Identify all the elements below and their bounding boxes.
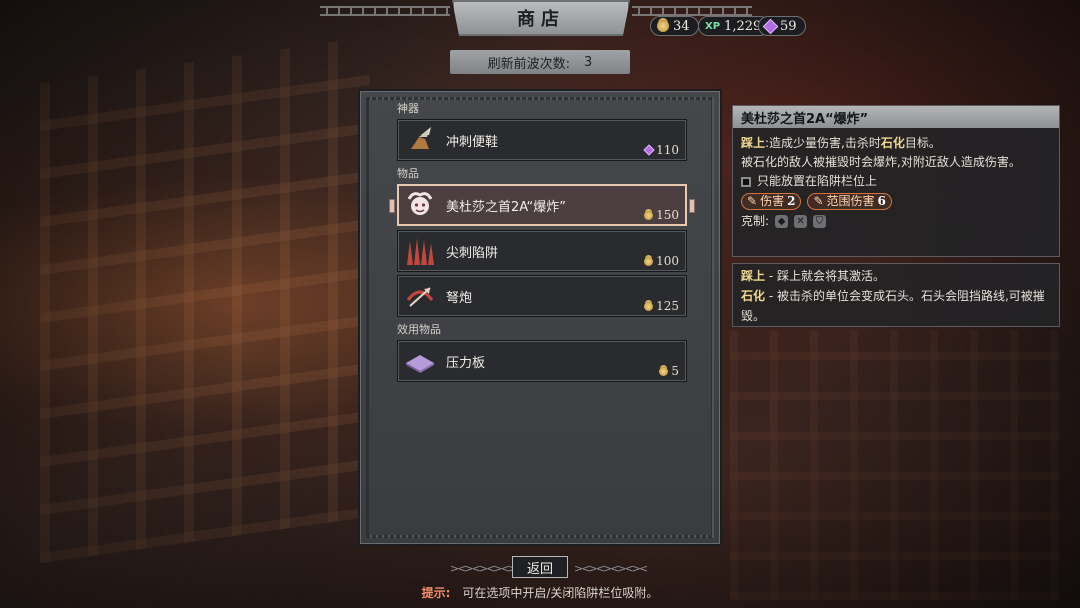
shop-item-ballista[interactable]: 弩炮 125 [397, 275, 687, 317]
gold-coin-icon [657, 20, 669, 32]
ballista-icon [402, 278, 438, 314]
shop-item-dash-sandals[interactable]: 冲刺便鞋 110 [397, 119, 687, 161]
gem-icon [762, 18, 779, 34]
gold-coin-icon [644, 301, 654, 311]
selection-marker-left [389, 199, 395, 213]
counter-helmet-icon: ◆ [775, 215, 789, 228]
item-price: 125 [644, 299, 679, 313]
damage-tag: ✎ 伤害 2 [741, 193, 802, 210]
glossary-entry: 踩上 - 踩上就会将其激活。 [741, 269, 885, 283]
section-artifacts: 神器 [397, 102, 419, 115]
shop-panel: 神器 冲刺便鞋 110 物品 美杜莎之首2A“爆炸” 150 尖刺陷阱 100 … [358, 89, 722, 546]
trap-slot-icon [741, 176, 751, 187]
area-damage-tag: ✎ 范围伤害 6 [807, 193, 892, 210]
section-items: 物品 [397, 167, 419, 180]
gold-coin-icon [644, 210, 654, 220]
spike-trap-icon [402, 233, 438, 269]
medusa-head-icon [402, 187, 438, 223]
tooltip-tags: ✎ 伤害 2 ✎ 范围伤害 6 [741, 193, 1051, 210]
gold-coin-icon [659, 366, 669, 376]
shop-item-pressure-plate[interactable]: 压力板 5 [397, 340, 687, 382]
shop-title: 商店 [452, 0, 630, 36]
wave-label: 刷新前波次数: [487, 56, 571, 72]
shop-item-spike-trap[interactable]: 尖刺陷阱 100 [397, 230, 687, 272]
xp-icon: XP [705, 20, 721, 32]
wave-count: 3 [584, 54, 593, 70]
keyword-glossary: 踩上 - 踩上就会将其激活。 石化 - 被击杀的单位会变成石头。石头会阻挡路线,… [732, 263, 1060, 327]
item-price: 110 [643, 143, 679, 157]
pressure-plate-icon [402, 343, 438, 379]
shop-item-medusa-head[interactable]: 美杜莎之首2A“爆炸” 150 [389, 184, 695, 226]
winged-sandal-icon [402, 122, 438, 158]
hint-bar: 提示: 可在选项中开启/关闭陷阱栏位吸附。 [0, 584, 1080, 601]
tooltip-counters: 克制: ◆ ✕ ⛉ [741, 212, 1051, 231]
hint-key: 提示: [421, 586, 451, 600]
hint-text: 可在选项中开启/关闭陷阱栏位吸附。 [462, 586, 659, 600]
gold-counter: 34 [650, 16, 699, 36]
selection-marker-right [689, 199, 695, 213]
wave-counter: 刷新前波次数: 3 [450, 50, 630, 74]
counter-weapon-icon: ✕ [794, 215, 808, 228]
left-frieze [320, 6, 450, 16]
tooltip-title: 美杜莎之首2A“爆炸” [733, 106, 1059, 128]
tooltip-effect: 踩上:造成少量伤害,击杀时石化目标。 [741, 136, 941, 150]
item-tooltip: 美杜莎之首2A“爆炸” 踩上:造成少量伤害,击杀时石化目标。 被石化的敌人被摧毁… [732, 105, 1060, 257]
item-price: 100 [644, 254, 679, 268]
item-price: 5 [659, 364, 679, 378]
gold-coin-icon [644, 256, 654, 266]
tooltip-description: 被石化的敌人被摧毁时会爆炸,对附近敌人造成伤害。 [741, 155, 1021, 169]
deco-ornament-right: ><><><><>< [574, 562, 648, 575]
gem-icon [643, 144, 655, 156]
back-button[interactable]: 返回 [512, 556, 568, 578]
gem-counter: 59 [758, 16, 806, 36]
right-frieze [632, 6, 752, 16]
counter-shield-icon: ⛉ [813, 215, 827, 228]
item-price: 150 [644, 208, 679, 222]
section-utility: 效用物品 [397, 323, 441, 336]
tooltip-placement-note: 只能放置在陷阱栏位上 [741, 172, 1051, 191]
glossary-entry: 石化 - 被击杀的单位会变成石头。石头会阻挡路线,可被摧毁。 [741, 289, 1045, 323]
